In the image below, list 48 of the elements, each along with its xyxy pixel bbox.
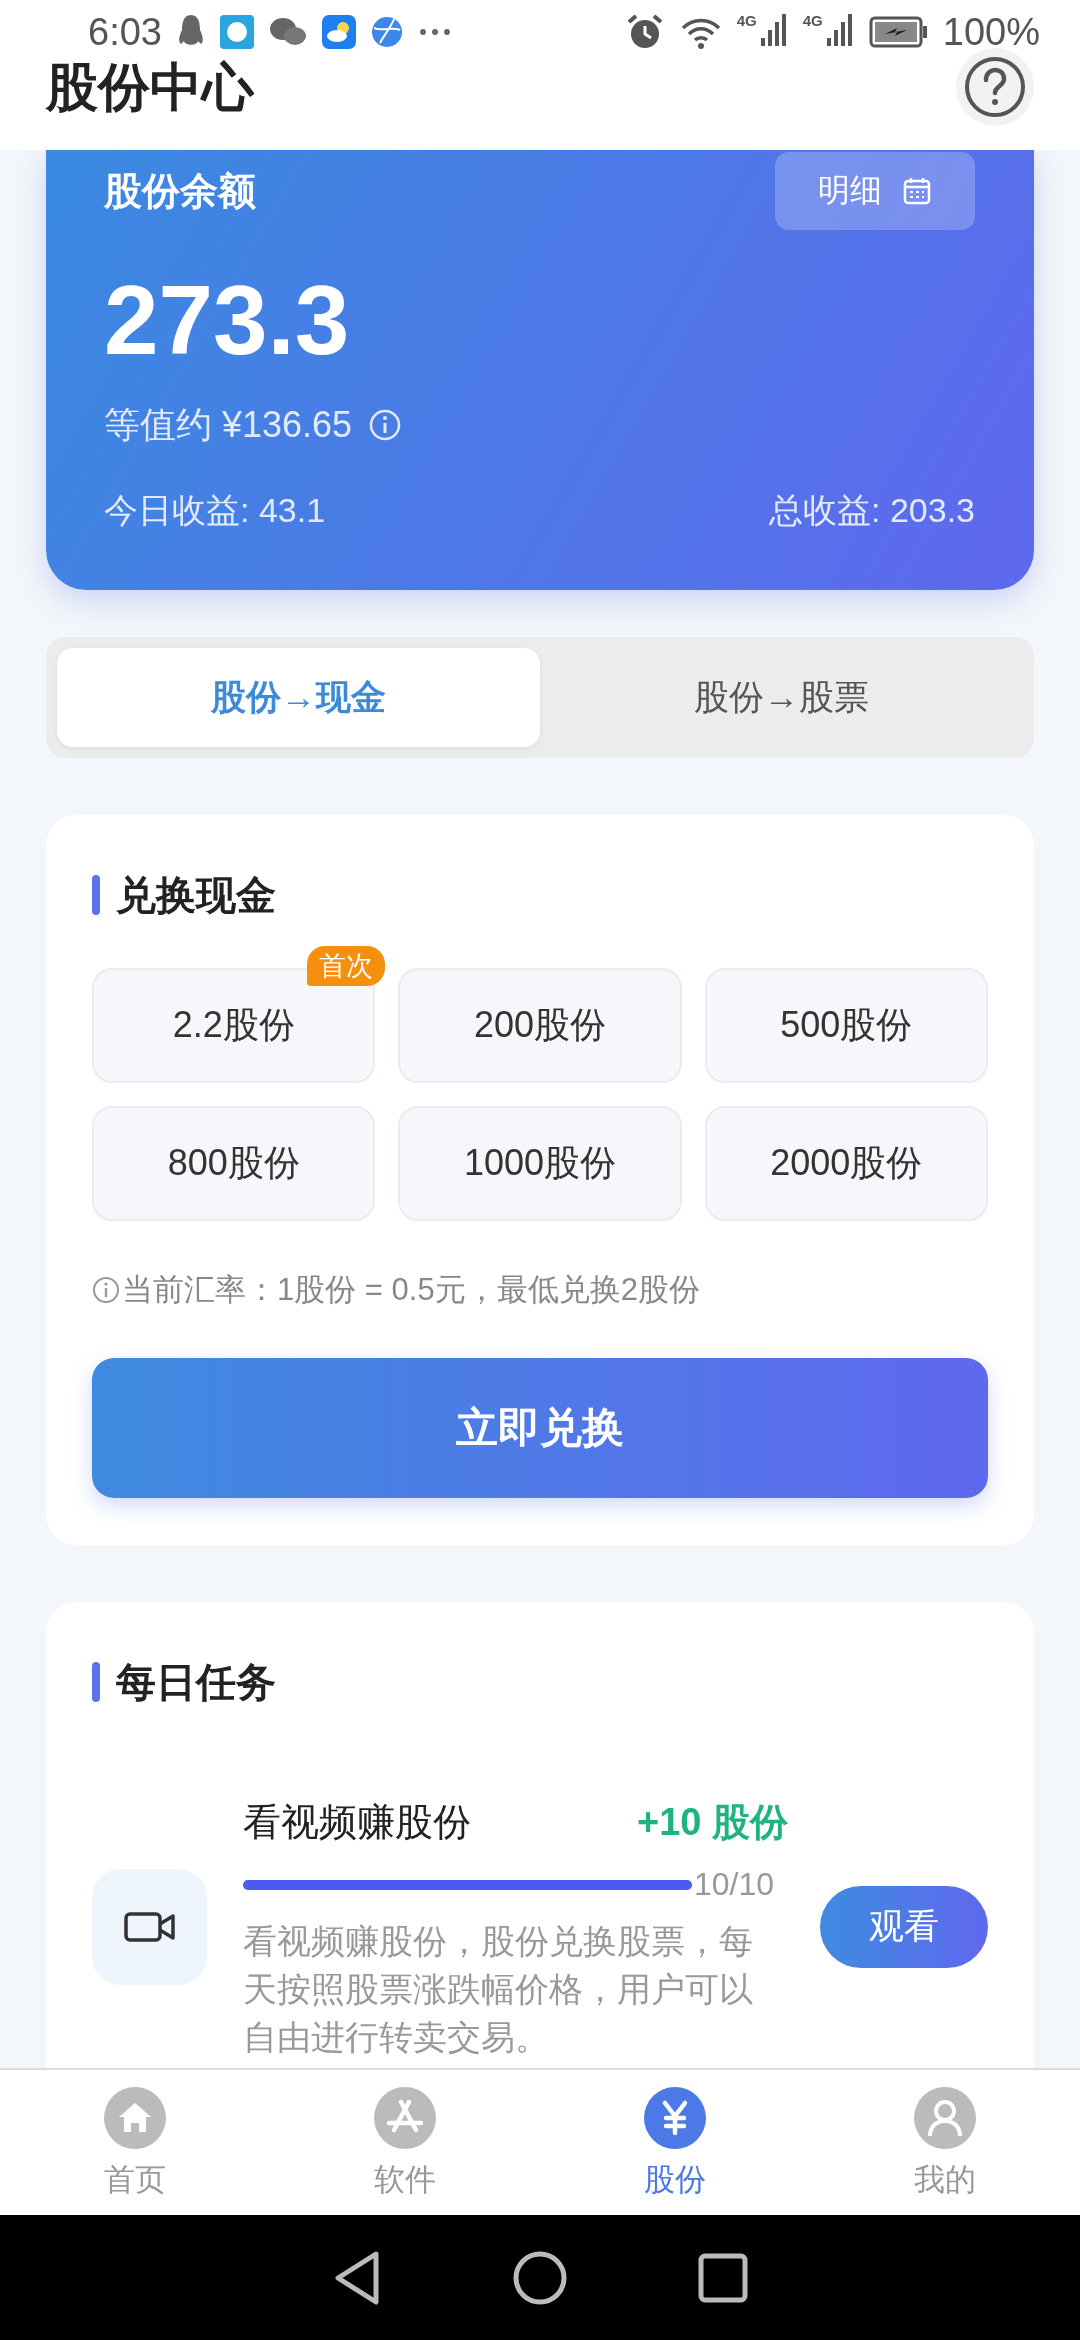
user-icon: [914, 2087, 976, 2149]
network-label: 4G: [736, 12, 757, 29]
detail-button[interactable]: 明细: [775, 152, 975, 230]
exchange-tab[interactable]: 股份→现金: [57, 648, 540, 747]
nav-item[interactable]: 软件: [270, 2070, 540, 2215]
weather-icon: [321, 12, 356, 52]
amount-option[interactable]: 2000股份: [704, 1106, 988, 1221]
balance-amount: 273.3: [104, 264, 351, 377]
home-button[interactable]: [512, 2249, 568, 2306]
back-button[interactable]: [332, 2249, 382, 2306]
task-reward: +10 股份: [636, 1799, 788, 1845]
total-income: 总收益: 203.3: [769, 490, 975, 531]
nav-item[interactable]: 我的: [810, 2070, 1080, 2215]
exchange-rate-note: 当前汇率：1股份 = 0.5元，最低兑换2股份: [122, 1271, 700, 1309]
yen-icon: [644, 2087, 706, 2149]
amount-option[interactable]: 1000股份: [398, 1106, 682, 1221]
task-title: 看视频赚股份: [243, 1799, 471, 1845]
page-title: 股份中心: [46, 57, 254, 117]
more-icon: [417, 28, 452, 36]
battery-percent: 100%: [942, 10, 1040, 54]
nav-item[interactable]: 首页: [0, 2070, 270, 2215]
video-camera-icon: [123, 1909, 176, 1944]
amount-option[interactable]: 200股份: [398, 968, 682, 1083]
info-icon: [92, 1276, 120, 1304]
exchange-button[interactable]: 立即兑换: [92, 1358, 988, 1498]
network-label: 4G: [802, 12, 823, 29]
status-time: 6:03: [88, 10, 162, 54]
exchange-tab[interactable]: 股份→股票: [540, 648, 1023, 747]
home-icon: [104, 2087, 166, 2149]
calendar-icon: [902, 176, 932, 206]
nav-item[interactable]: 股份: [540, 2070, 810, 2215]
app-icon: [219, 12, 254, 52]
amount-option[interactable]: 800股份: [92, 1106, 376, 1221]
app-store-icon: [374, 2087, 436, 2149]
first-time-badge: 首次: [307, 946, 386, 986]
balance-title: 股份余额: [104, 168, 256, 214]
section-accent-bar: [92, 1662, 100, 1702]
today-income: 今日收益: 43.1: [104, 490, 326, 531]
task-description: 看视频赚股份，股份兑换股票，每天按照股票涨跌幅价格，用户可以自由进行转卖交易。: [243, 1921, 754, 2058]
section-title: 每日任务: [116, 1658, 276, 1706]
recents-button[interactable]: [698, 2252, 748, 2303]
progress-count: 10/10: [694, 1866, 775, 1903]
watch-button[interactable]: 观看: [820, 1885, 988, 1968]
section-accent-bar: [92, 875, 100, 915]
info-icon[interactable]: [368, 408, 403, 442]
amount-option[interactable]: 500股份: [704, 968, 988, 1083]
section-title: 兑换现金: [116, 871, 276, 919]
equivalent-value: 等值约 ¥136.65: [104, 403, 353, 447]
